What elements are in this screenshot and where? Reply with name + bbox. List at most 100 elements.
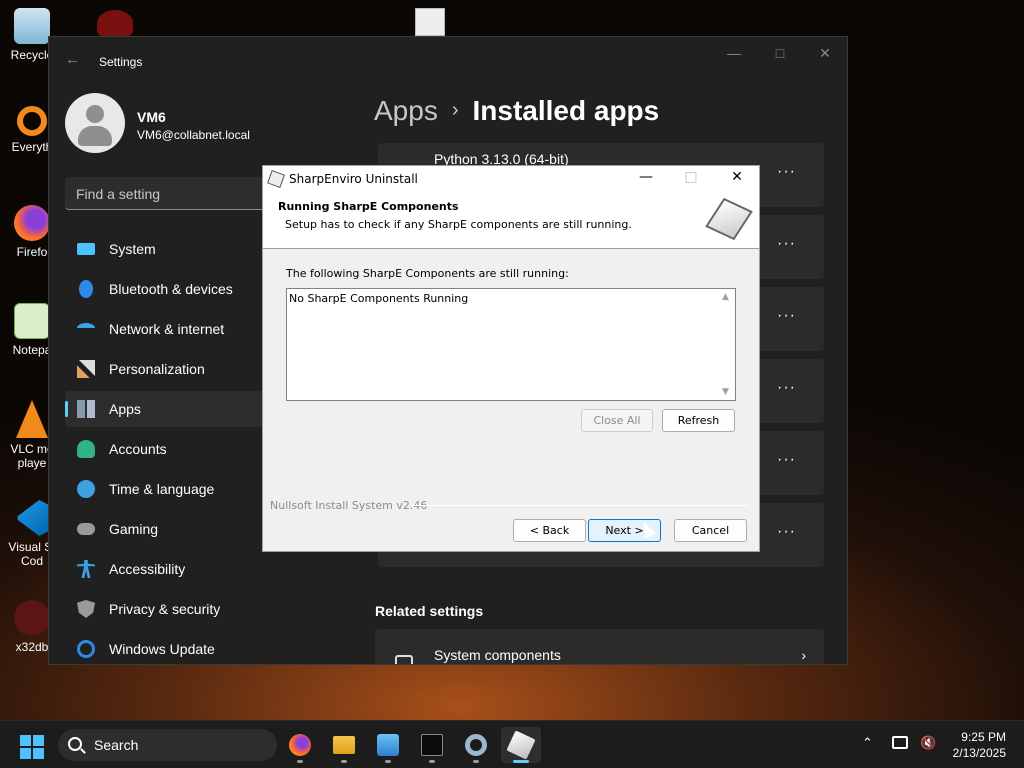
update-icon: [77, 640, 95, 658]
desktop-icon-label: x32db: [15, 640, 49, 654]
nav-label: Accounts: [109, 441, 167, 457]
list-item[interactable]: No SharpE Components Running: [289, 292, 468, 305]
everything-search-icon: [17, 106, 47, 136]
nav-label: Windows Update: [109, 641, 215, 657]
network-icon[interactable]: [892, 736, 908, 749]
nav-item-windows-update[interactable]: Windows Update: [65, 631, 365, 664]
system-components-icon: [395, 655, 413, 664]
nav-item-privacy[interactable]: Privacy & security: [65, 591, 365, 627]
dialog-title: SharpEnviro Uninstall: [289, 172, 418, 186]
close-icon[interactable]: ✕: [722, 169, 752, 185]
dialog-header: Running SharpE Components Setup has to c…: [263, 192, 759, 249]
desktop-icon-label: Firefo: [16, 245, 48, 259]
system-components-label: System components: [434, 647, 561, 663]
refresh-button[interactable]: Refresh: [662, 409, 735, 432]
taskbar: Search ⌃ 🔇 9:25 PM 2/13/2025: [0, 720, 1024, 768]
nav-label: Personalization: [109, 361, 205, 377]
avatar: [65, 93, 125, 153]
vscode-icon: [17, 500, 50, 536]
taskbar-settings[interactable]: [456, 727, 496, 763]
taskbar-installer[interactable]: [501, 727, 541, 763]
related-settings-heading: Related settings: [375, 603, 484, 619]
scroll-down-icon[interactable]: ▼: [722, 387, 729, 397]
start-button[interactable]: [20, 735, 44, 759]
more-options-icon[interactable]: ···: [777, 379, 796, 397]
x32dbg-icon: [14, 600, 50, 636]
dialog-heading: Running SharpE Components: [278, 200, 459, 213]
nav-label: Accessibility: [109, 561, 186, 577]
scrollbar[interactable]: ▲ ▼: [718, 289, 735, 400]
taskbar-file-explorer[interactable]: [324, 727, 364, 763]
installer-icon: [506, 730, 536, 760]
desktop-icon-document[interactable]: [411, 6, 447, 36]
divider: [413, 505, 749, 506]
breadcrumb-apps[interactable]: Apps: [374, 95, 438, 126]
more-options-icon[interactable]: ···: [777, 523, 796, 541]
search-icon: [68, 737, 82, 751]
page-title: Installed apps: [472, 95, 660, 126]
desktop-icon-unknown[interactable]: [97, 6, 133, 36]
photos-icon: [377, 734, 399, 756]
taskbar-search-label: Search: [94, 737, 139, 753]
chevron-right-icon: ›: [801, 647, 806, 663]
nav-label: Gaming: [109, 521, 159, 537]
firefox-icon: [289, 734, 311, 756]
desktop-icon-label: Everyth: [11, 140, 53, 154]
find-setting-placeholder: Find a setting: [76, 186, 161, 202]
scroll-up-icon[interactable]: ▲: [722, 292, 729, 302]
person-icon: [77, 440, 95, 458]
back-button[interactable]: < Back: [513, 519, 586, 542]
profile-name: VM6: [137, 109, 166, 125]
more-options-icon[interactable]: ···: [777, 451, 796, 469]
system-monitor-icon: [77, 243, 95, 255]
profile-email: VM6@collabnet.local: [137, 128, 250, 142]
taskbar-photos[interactable]: [368, 727, 408, 763]
maximize-icon: □: [684, 169, 698, 185]
maximize-icon[interactable]: □: [765, 45, 795, 61]
gamepad-icon: [77, 523, 95, 535]
system-clock[interactable]: 9:25 PM 2/13/2025: [953, 729, 1006, 761]
brush-icon: [77, 360, 95, 378]
cancel-button[interactable]: Cancel: [674, 519, 747, 542]
desktop-icon-label: Notepa: [12, 343, 52, 357]
nav-label: Bluetooth & devices: [109, 281, 233, 297]
shortcut-icon: [97, 10, 133, 36]
nav-label: Network & internet: [109, 321, 225, 337]
nav-item-accessibility[interactable]: Accessibility: [65, 551, 365, 587]
running-components-list[interactable]: No SharpE Components Running ▲ ▼: [286, 288, 736, 401]
nav-label: Privacy & security: [109, 601, 221, 617]
wifi-icon: [77, 323, 95, 333]
installer-box-icon: [705, 197, 753, 241]
taskbar-terminal[interactable]: [412, 727, 452, 763]
volume-muted-icon[interactable]: 🔇: [920, 735, 936, 751]
uninstall-dialog: SharpEnviro Uninstall — □ ✕ Running Shar…: [262, 165, 760, 552]
nsis-brand-label: Nullsoft Install System v2.46: [270, 499, 428, 512]
nav-label: Apps: [109, 401, 141, 417]
notepad-plus-plus-icon: [14, 303, 50, 339]
close-all-button: Close All: [581, 409, 653, 432]
close-icon[interactable]: ✕: [810, 45, 840, 62]
system-components-row[interactable]: System components ›: [375, 629, 824, 664]
clock-date: 2/13/2025: [952, 746, 1006, 760]
installer-icon: [267, 170, 285, 188]
apps-grid-icon: [77, 400, 95, 418]
bluetooth-icon: [79, 280, 93, 298]
firefox-icon: [14, 205, 50, 241]
settings-gear-icon: [465, 734, 487, 756]
minimize-icon[interactable]: —: [719, 45, 749, 61]
more-options-icon[interactable]: ···: [777, 235, 796, 253]
chevron-up-icon[interactable]: ⌃: [862, 735, 873, 751]
clock-time: 9:25 PM: [961, 730, 1006, 744]
more-options-icon[interactable]: ···: [777, 163, 796, 181]
minimize-icon[interactable]: —: [631, 169, 661, 185]
chevron-right-icon: ›: [451, 99, 459, 121]
vlc-cone-icon: [16, 400, 48, 438]
terminal-icon: [421, 734, 443, 756]
back-arrow-icon[interactable]: ←: [65, 51, 80, 68]
taskbar-firefox[interactable]: [280, 727, 320, 763]
breadcrumb: Apps › Installed apps: [374, 95, 659, 127]
recycle-bin-icon: [14, 8, 50, 44]
more-options-icon[interactable]: ···: [777, 307, 796, 325]
taskbar-search[interactable]: Search: [58, 729, 277, 761]
file-explorer-icon: [333, 736, 355, 754]
